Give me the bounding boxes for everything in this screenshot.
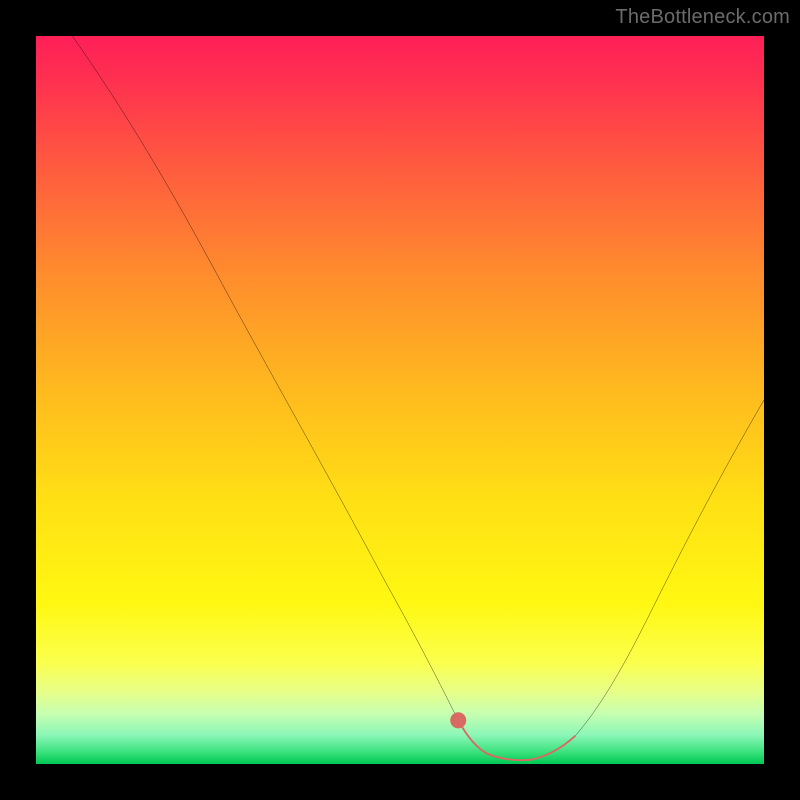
optimal-highlight bbox=[458, 720, 574, 760]
chart-area bbox=[36, 36, 764, 764]
bottleneck-curve bbox=[72, 36, 764, 760]
optimal-highlight-start-dot bbox=[450, 712, 466, 728]
chart-svg bbox=[36, 36, 764, 764]
watermark-text: TheBottleneck.com bbox=[615, 6, 790, 29]
chart-stage: TheBottleneck.com bbox=[0, 0, 800, 800]
